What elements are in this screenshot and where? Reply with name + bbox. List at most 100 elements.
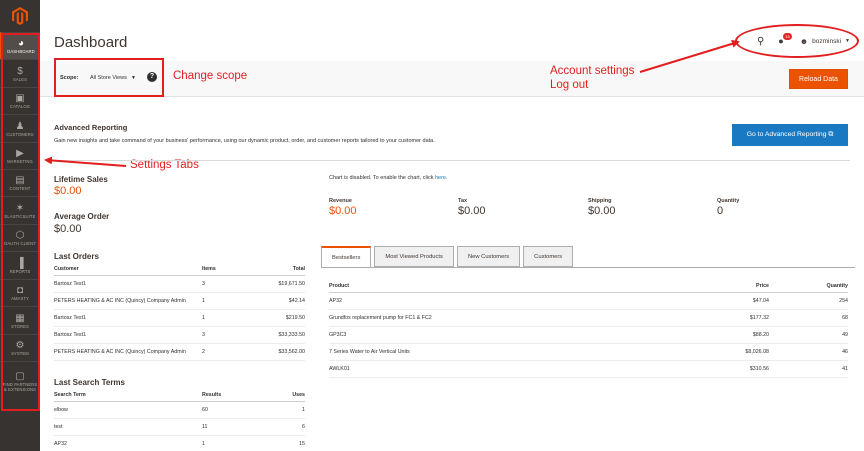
table-row[interactable]: AWLK01 $310.56 41 [329, 360, 848, 378]
column-header: Items [202, 263, 250, 276]
shipping-label: Shipping [588, 198, 612, 204]
table-row[interactable]: PETERS HEATING & AC INC (Quincy) Company… [54, 292, 305, 310]
table-cell: 1 [202, 309, 250, 327]
table-cell: Bartosz Test1 [54, 309, 202, 327]
table-cell: 1 [202, 292, 250, 310]
table-cell: $42.14 [250, 292, 305, 310]
system-icon: ⚙ [15, 340, 25, 351]
find-partners-extensions-icon: ▢ [15, 370, 25, 382]
last-search-terms-table: Search Term Results Uses elbow 60 1 test 11 6 AP… [54, 389, 305, 451]
shipping-value: $0.00 [588, 205, 616, 217]
admin-sidebar: ◕ DASHBOARD $ SALES ▣ CATALOG ♟ CUSTOMERS ▶ MARKE… [0, 0, 40, 451]
sidebar-item-oauth-client[interactable]: ⬡ OAUTH CLIENT [0, 224, 40, 251]
sidebar-item-reports[interactable]: ▐ REPORTS [0, 251, 40, 279]
table-cell: AWLK01 [329, 360, 639, 378]
scope-dropdown[interactable]: All Store Views [90, 75, 127, 81]
content-icon: ▤ [15, 175, 25, 186]
table-cell: 7 Series Water to Air Vertical Units [329, 343, 639, 361]
table-cell: 1 [202, 435, 250, 451]
reload-data-button[interactable]: Reload Data [789, 69, 848, 89]
column-header: Quantity [769, 280, 848, 293]
sidebar-item-elasticsuite[interactable]: ✶ ELASTICSUITE [0, 196, 40, 224]
sidebar-item-stores[interactable]: ▦ STORES [0, 306, 40, 334]
help-icon[interactable]: ? [147, 72, 157, 82]
sidebar-item-catalog[interactable]: ▣ CATALOG [0, 87, 40, 114]
table-row[interactable]: elbow 60 1 [54, 401, 305, 419]
marketing-icon: ▶ [16, 148, 24, 159]
sidebar-item-find-partners-extensions[interactable]: ▢ FIND PARTNERS & EXTENSIONS [0, 361, 40, 400]
column-header: Price [639, 280, 769, 293]
table-cell: $33,562.00 [250, 343, 305, 361]
tabs-divider [321, 267, 855, 268]
table-cell: test [54, 418, 202, 436]
tab-new-customers[interactable]: New Customers [456, 246, 521, 267]
table-cell: AP32 [329, 292, 639, 310]
go-to-advanced-reporting-button[interactable]: Go to Advanced Reporting ⧉ [732, 124, 848, 146]
oauth-client-icon: ⬡ [15, 230, 25, 241]
tab-customers[interactable]: Customers [523, 246, 574, 267]
sidebar-item-dashboard[interactable]: ◕ DASHBOARD [0, 32, 40, 59]
table-cell: 41 [769, 360, 848, 378]
username: bozminski [812, 37, 842, 45]
table-cell: Grundfos replacement pump for FC1 & FC2 [329, 309, 639, 327]
table-cell: 3 [202, 326, 250, 344]
chevron-down-icon[interactable]: ▼ [131, 75, 136, 81]
sidebar-item-system[interactable]: ⚙ SYSTEM [0, 334, 40, 361]
table-row[interactable]: Bartosz Test1 3 $19,671.50 [54, 275, 305, 293]
user-icon: ☻ [799, 36, 809, 46]
table-cell: $33,333.50 [250, 326, 305, 344]
column-header: Search Term [54, 389, 202, 402]
tab-most-viewed-products[interactable]: Most Viewed Products [374, 246, 454, 267]
magento-logo-icon[interactable] [0, 0, 40, 32]
amasty-icon: ◘ [16, 285, 24, 296]
sidebar-item-marketing[interactable]: ▶ MARKETING [0, 142, 40, 169]
sales-icon: $ [17, 65, 23, 77]
table-cell: Bartosz Test1 [54, 326, 202, 344]
reports-icon: ▐ [16, 257, 24, 269]
sidebar-item-label: CUSTOMERS [6, 131, 34, 137]
notifications-bell-icon[interactable]: ● 15 [778, 33, 792, 46]
enable-chart-link[interactable]: here [435, 175, 446, 181]
table-cell: $8,026.08 [639, 343, 769, 361]
table-cell: AP32 [54, 435, 202, 451]
table-row[interactable]: Bartosz Test1 3 $33,333.50 [54, 326, 305, 344]
account-menu[interactable]: ☻ bozminski ▼ [800, 37, 850, 46]
table-row[interactable]: AP32 1 15 [54, 435, 305, 451]
column-header: Results [202, 389, 250, 402]
sidebar-item-label: DASHBOARD [7, 49, 35, 54]
column-header: Product [329, 280, 639, 293]
table-cell: $177.32 [639, 309, 769, 327]
table-cell: 254 [769, 292, 848, 310]
table-row[interactable]: Grundfos replacement pump for FC1 & FC2 $… [329, 309, 848, 327]
table-row[interactable]: GP3C3 $88.20 49 [329, 326, 848, 344]
table-cell: 15 [250, 435, 305, 451]
table-row[interactable]: 7 Series Water to Air Vertical Units $8,0… [329, 343, 848, 361]
catalog-icon: ▣ [15, 93, 25, 104]
search-icon[interactable]: ⚲ [757, 36, 764, 47]
bestsellers-table: Product Price Quantity AP32 $47.04 254 Grundf… [329, 280, 848, 378]
sidebar-item-content[interactable]: ▤ CONTENT [0, 169, 40, 196]
table-row[interactable]: AP32 $47.04 254 [329, 292, 848, 310]
sidebar-item-amasty[interactable]: ◘ AMASTY [0, 279, 40, 306]
sidebar-item-label: CATALOG [9, 104, 31, 109]
table-row[interactable]: Bartosz Test1 1 $219.50 [54, 309, 305, 327]
column-header: Customer [54, 263, 202, 276]
table-header-row: Customer Items Total [54, 263, 305, 276]
scope-bar [40, 61, 864, 97]
dashboard-icon: ◕ [17, 38, 25, 49]
sidebar-item-label: REPORTS [9, 268, 31, 274]
sidebar-item-label: CONTENT [9, 186, 31, 191]
revenue-value: $0.00 [329, 205, 357, 217]
table-row[interactable]: test 11 6 [54, 418, 305, 436]
sidebar-item-customers[interactable]: ♟ CUSTOMERS [0, 114, 40, 142]
annotation-account-settings: Account settings [550, 65, 635, 77]
table-cell: 46 [769, 343, 848, 361]
table-cell: GP3C3 [329, 326, 639, 344]
sidebar-item-sales[interactable]: $ SALES [0, 59, 40, 87]
table-header-row: Search Term Results Uses [54, 389, 305, 402]
tab-bestsellers[interactable]: Bestsellers [321, 246, 372, 268]
table-row[interactable]: PETERS HEATING & AC INC (Quincy) Company… [54, 343, 305, 361]
table-cell: 49 [769, 326, 848, 344]
table-cell: 60 [202, 401, 250, 419]
column-header: Total [250, 263, 305, 276]
